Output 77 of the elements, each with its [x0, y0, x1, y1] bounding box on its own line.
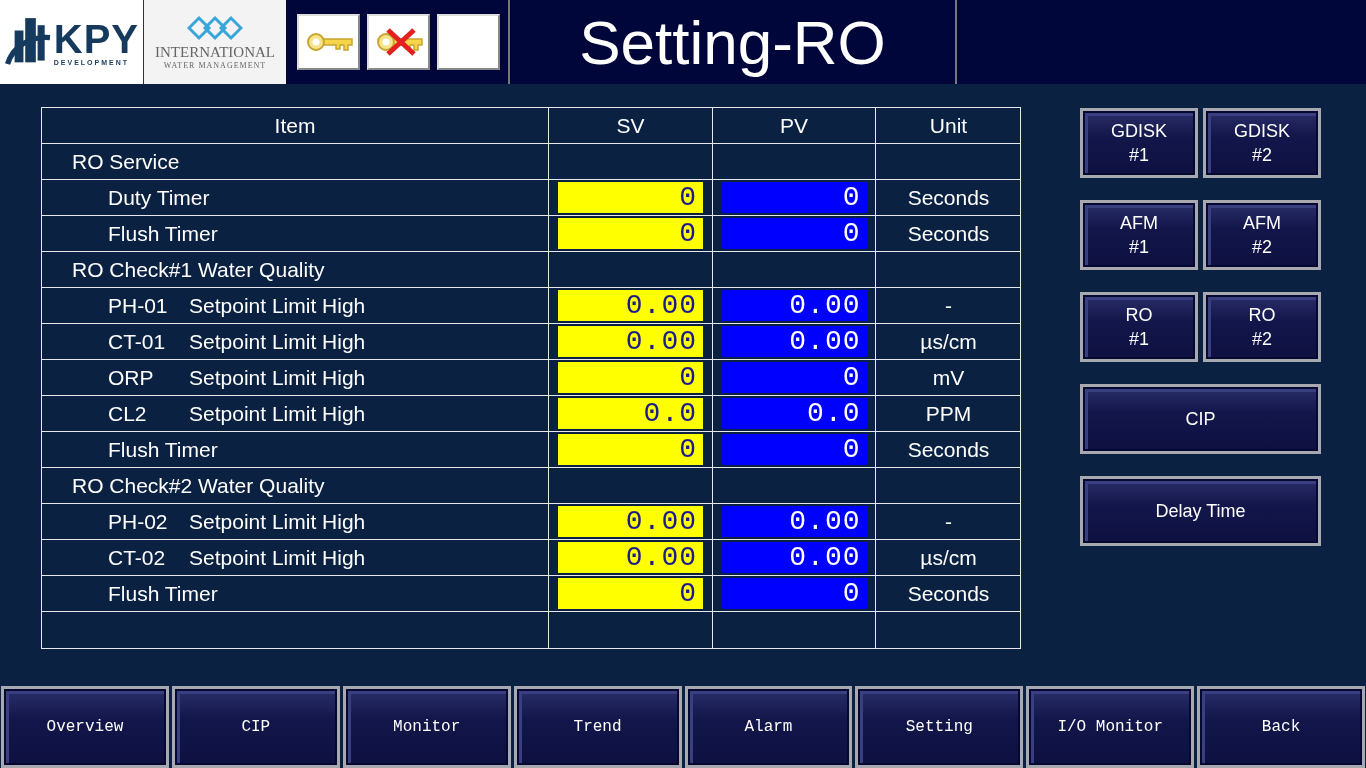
- column-header: Unit: [929, 113, 968, 138]
- unit-label: Seconds: [907, 221, 990, 246]
- unit-label: Seconds: [907, 437, 990, 462]
- sensor-tag: CT-01: [108, 329, 189, 354]
- diamond-chain-icon: [187, 14, 243, 42]
- menu-button[interactable]: Back: [1197, 686, 1365, 768]
- present-value-display: 0: [721, 434, 867, 465]
- menu-button[interactable]: CIP: [171, 686, 340, 768]
- setpoint-field[interactable]: 0.00: [558, 506, 703, 537]
- nav-button[interactable]: AFM #1: [1080, 200, 1198, 270]
- column-header: PV: [780, 113, 808, 138]
- group-label: RO Check#1 Water Quality: [72, 257, 325, 282]
- sensor-tag: CL2: [108, 401, 189, 426]
- setpoint-field[interactable]: 0: [558, 362, 703, 393]
- logo-name: INTERNATIONAL: [155, 44, 275, 61]
- item-label: Setpoint Limit High: [189, 365, 366, 390]
- group-label: RO Check#2 Water Quality: [72, 473, 325, 498]
- item-label: Setpoint Limit High: [189, 293, 366, 318]
- logout-button[interactable]: [367, 14, 430, 70]
- present-value-display: 0.00: [721, 542, 867, 573]
- item-label: Setpoint Limit High: [189, 329, 366, 354]
- setpoint-field[interactable]: 0: [558, 218, 703, 249]
- screen-title: Setting-RO: [579, 6, 886, 78]
- nav-button[interactable]: GDISK #1: [1080, 108, 1198, 178]
- login-button[interactable]: [297, 14, 360, 70]
- item-label: Setpoint Limit High: [189, 545, 366, 570]
- column-header: SV: [616, 113, 645, 138]
- menu-button[interactable]: Trend: [513, 686, 682, 768]
- setpoint-field[interactable]: 0.00: [558, 290, 703, 321]
- setpoint-field[interactable]: 0: [558, 578, 703, 609]
- present-value-display: 0.00: [721, 506, 867, 537]
- present-value-display: 0.00: [721, 326, 867, 357]
- item-label: Setpoint Limit High: [189, 509, 366, 534]
- setpoint-field[interactable]: 0.00: [558, 326, 703, 357]
- unit-label: PPM: [925, 401, 972, 426]
- nav-button[interactable]: RO #2: [1203, 292, 1321, 362]
- present-value-display: 0: [721, 182, 867, 213]
- unit-label: µs/cm: [920, 545, 977, 570]
- setpoint-field[interactable]: 0.00: [558, 542, 703, 573]
- menu-button[interactable]: Monitor: [342, 686, 511, 768]
- unit-label: -: [945, 293, 952, 318]
- unit-label: µs/cm: [920, 329, 977, 354]
- present-value-display: 0.0: [721, 398, 867, 429]
- item-label: Duty Timer: [108, 185, 210, 210]
- setpoint-field[interactable]: 0.0: [558, 398, 703, 429]
- menu-button[interactable]: Setting: [855, 686, 1024, 768]
- sensor-tag: PH-02: [108, 509, 189, 534]
- column-header: Item: [274, 113, 316, 138]
- unit-label: Seconds: [907, 185, 990, 210]
- nav-button[interactable]: Delay Time: [1080, 476, 1321, 546]
- blank-button[interactable]: [437, 14, 500, 70]
- sensor-tag: CT-02: [108, 545, 189, 570]
- item-label: Flush Timer: [108, 581, 218, 606]
- nav-button[interactable]: CIP: [1080, 384, 1321, 454]
- present-value-display: 0: [721, 578, 867, 609]
- unit-label: Seconds: [907, 581, 990, 606]
- present-value-display: 0.00: [721, 290, 867, 321]
- present-value-display: 0: [721, 218, 867, 249]
- menu-button[interactable]: I/O Monitor: [1026, 686, 1195, 768]
- item-label: Flush Timer: [108, 221, 218, 246]
- nav-button[interactable]: GDISK #2: [1203, 108, 1321, 178]
- menu-button[interactable]: Alarm: [684, 686, 853, 768]
- menu-button[interactable]: Overview: [1, 686, 169, 768]
- logo-tagline: WATER MANAGEMENT: [163, 61, 267, 70]
- item-label: Flush Timer: [108, 437, 218, 462]
- group-label: RO Service: [72, 149, 180, 174]
- present-value-display: 0: [721, 362, 867, 393]
- setpoint-field[interactable]: 0: [558, 182, 703, 213]
- unit-label: mV: [932, 365, 965, 390]
- setpoint-field[interactable]: 0: [558, 434, 703, 465]
- logo-name: KPY: [53, 18, 139, 59]
- sensor-tag: PH-01: [108, 293, 189, 318]
- nav-button[interactable]: RO #1: [1080, 292, 1198, 362]
- unit-label: -: [945, 509, 952, 534]
- nav-button[interactable]: AFM #2: [1203, 200, 1321, 270]
- item-label: Setpoint Limit High: [189, 401, 366, 426]
- sensor-tag: ORP: [108, 365, 189, 390]
